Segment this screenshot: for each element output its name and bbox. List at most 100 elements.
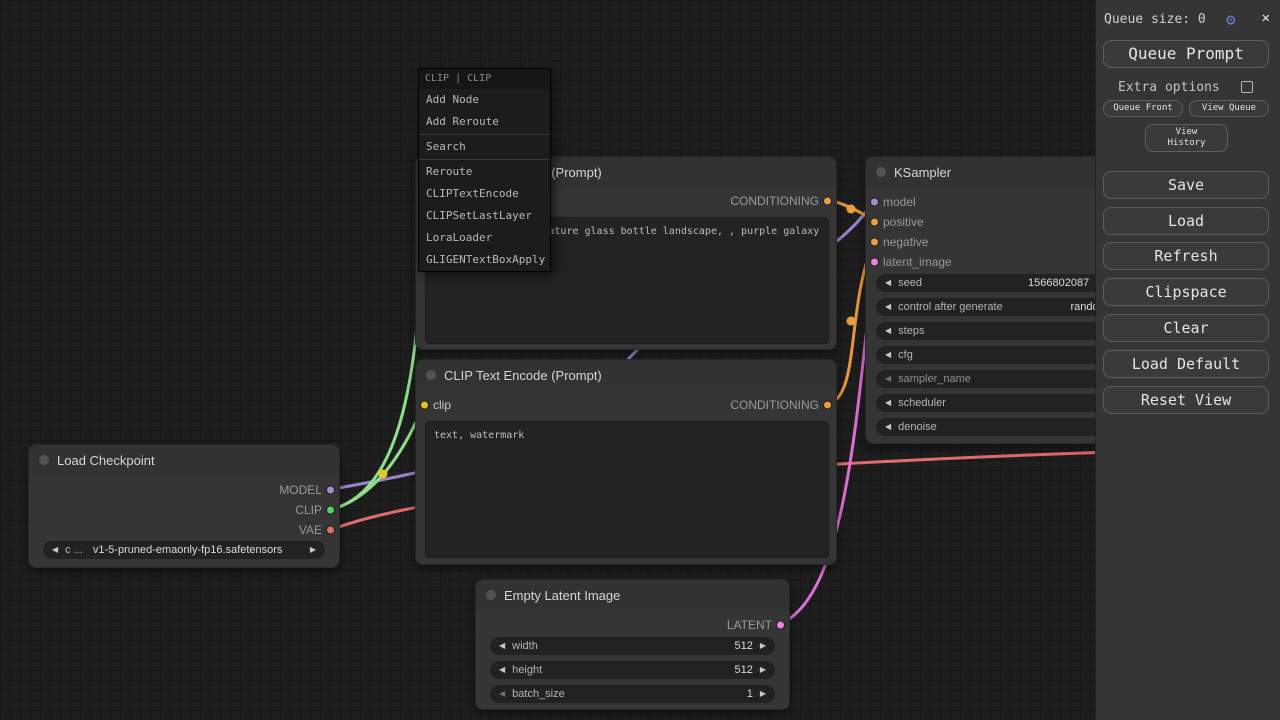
save-button[interactable]: Save [1103,171,1269,199]
slot-label: CONDITIONING [730,398,836,412]
conditioning-output-dot[interactable] [823,197,832,206]
prev-arrow-icon[interactable]: ◀ [499,661,505,679]
vae-output-dot[interactable] [326,526,335,535]
next-arrow-icon[interactable]: ▶ [760,685,766,703]
node-title: Load Checkpoint [57,453,155,468]
width-widget[interactable]: ◀ width 512 ▶ [490,637,775,655]
menu-item-gligentextboxapply[interactable]: GLIGENTextBoxApply [419,249,550,271]
node-title: KSampler [894,165,951,180]
menu-separator [419,134,550,135]
output-slot-latent: LATENT [476,615,789,635]
settings-gear-icon[interactable]: ⚙ [1226,10,1236,29]
widget-value: v1-5-pruned-emaonly-fp16.safetensors [93,544,283,556]
widget-name: height [512,664,542,676]
clear-button[interactable]: Clear [1103,314,1269,342]
widget-name: seed [898,277,922,289]
node-title-bar[interactable]: Empty Latent Image [476,580,789,610]
node-status-dot [486,590,496,600]
node-status-dot [426,370,436,380]
close-panel-icon[interactable]: ✕ [1262,10,1270,26]
node-title-bar[interactable]: Load Checkpoint [29,445,339,475]
prompt-textarea[interactable]: text, watermark [425,421,829,558]
slot-label: CONDITIONING [730,194,836,208]
reset-view-button[interactable]: Reset View [1103,386,1269,414]
wire-clip-to-negative-encoder [333,404,424,509]
queue-front-button[interactable]: Queue Front [1103,100,1183,117]
link-dot-conditioning-negative[interactable] [847,317,856,326]
widget-value: 512 [734,640,752,652]
positive-input-dot[interactable] [870,218,879,227]
prev-arrow-icon[interactable]: ◀ [885,394,891,412]
prev-arrow-icon[interactable]: ◀ [885,346,891,364]
prev-arrow-icon[interactable]: ◀ [499,685,505,703]
view-history-button[interactable]: View History [1145,124,1228,152]
menu-item-add-node[interactable]: Add Node [419,89,550,111]
output-slot-vae: VAE [29,520,339,540]
slot-row: clip CONDITIONING [416,395,836,415]
node-clip-text-encode-negative[interactable]: CLIP Text Encode (Prompt) clip CONDITION… [415,359,837,565]
node-title: Empty Latent Image [504,588,620,603]
load-default-button[interactable]: Load Default [1103,350,1269,378]
widget-name: steps [898,325,924,337]
widget-name: control after generate [898,301,1003,313]
widget-name: sampler_name [898,373,971,385]
menu-item-cliptextencode[interactable]: CLIPTextEncode [419,183,550,205]
prev-arrow-icon[interactable]: ◀ [885,418,891,436]
clip-output-dot[interactable] [326,506,335,515]
next-arrow-icon[interactable]: ▶ [760,637,766,655]
node-empty-latent-image[interactable]: Empty Latent Image LATENT ◀ width 512 ▶ … [475,579,790,710]
wire-clip-to-positive-encoder [333,200,424,509]
node-title-bar[interactable]: CLIP Text Encode (Prompt) [416,360,836,390]
batch-size-widget[interactable]: ◀ batch_size 1 ▶ [490,685,775,703]
widget-value: 512 [734,664,752,676]
widget-name: scheduler [898,397,946,409]
height-widget[interactable]: ◀ height 512 ▶ [490,661,775,679]
prev-arrow-icon[interactable]: ◀ [885,370,891,388]
widget-name: denoise [898,421,937,433]
prev-arrow-icon[interactable]: ◀ [499,637,505,655]
prev-arrow-icon[interactable]: ◀ [885,322,891,340]
menu-item-search[interactable]: Search [419,136,550,158]
menu-item-clipsetlastlayer[interactable]: CLIPSetLastLayer [419,205,550,227]
menu-item-loraloader[interactable]: LoraLoader [419,227,550,249]
load-button[interactable]: Load [1103,207,1269,235]
prev-arrow-icon[interactable]: ◀ [885,274,891,292]
widget-value: 1566802087 [1028,277,1089,289]
clip-input-dot[interactable] [420,401,429,410]
node-title: CLIP Text Encode (Prompt) [444,368,602,383]
negative-input-dot[interactable] [870,238,879,247]
extra-options-checkbox[interactable] [1241,81,1253,93]
widget-name: cfg [898,349,913,361]
conditioning-output-dot[interactable] [823,401,832,410]
context-menu-title: CLIP | CLIP [419,69,550,89]
extra-options-label: Extra options [1118,80,1220,95]
link-dot-clip[interactable] [379,470,388,479]
output-slot-model: MODEL [29,480,339,500]
ckpt-name-widget[interactable]: ◀ c ... v1-5-pruned-emaonly-fp16.safeten… [43,541,325,559]
menu-item-reroute[interactable]: Reroute [419,161,550,183]
prev-arrow-icon[interactable]: ◀ [885,298,891,316]
prev-arrow-icon[interactable]: ◀ [52,541,58,559]
menu-panel: Queue size: 0 ⚙ ✕ Queue Prompt Extra opt… [1095,0,1280,720]
model-output-dot[interactable] [326,486,335,495]
clipspace-button[interactable]: Clipspace [1103,278,1269,306]
node-status-dot [876,167,886,177]
view-queue-button[interactable]: View Queue [1189,100,1269,117]
widget-value: 1 [747,688,753,700]
graph-canvas[interactable]: Load Checkpoint MODEL CLIP VAE ◀ c ... v… [0,0,1280,720]
menu-item-add-reroute[interactable]: Add Reroute [419,111,550,133]
link-dot-conditioning-positive[interactable] [847,205,856,214]
widget-name: width [512,640,538,652]
next-arrow-icon[interactable]: ▶ [310,541,316,559]
menu-separator [419,159,550,160]
model-input-dot[interactable] [870,198,879,207]
refresh-button[interactable]: Refresh [1103,242,1269,270]
node-status-dot [39,455,49,465]
context-menu: CLIP | CLIP Add Node Add Reroute Search … [418,68,551,272]
latent-image-input-dot[interactable] [870,258,879,267]
node-load-checkpoint[interactable]: Load Checkpoint MODEL CLIP VAE ◀ c ... v… [28,444,340,568]
queue-prompt-button[interactable]: Queue Prompt [1103,40,1269,68]
latent-output-dot[interactable] [776,621,785,630]
next-arrow-icon[interactable]: ▶ [760,661,766,679]
widget-name: batch_size [512,688,565,700]
